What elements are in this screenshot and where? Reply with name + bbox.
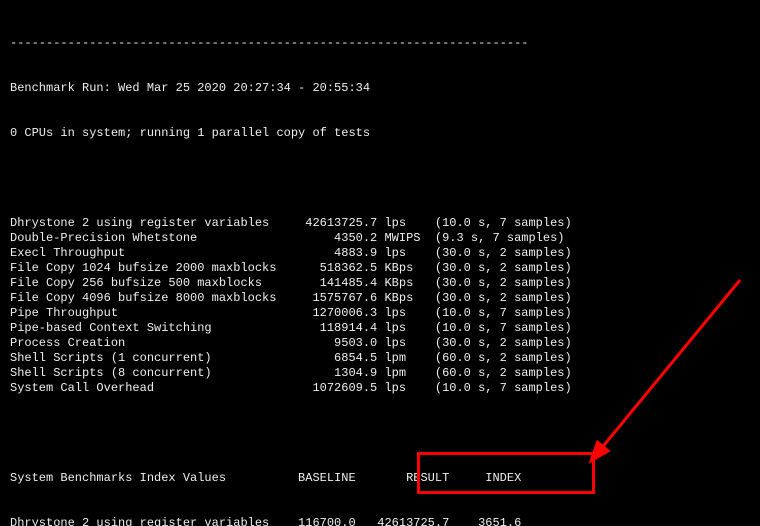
raw-result-row: Process Creation 9503.0 lps (30.0 s, 2 s… [10, 336, 750, 351]
terminal[interactable]: ----------------------------------------… [0, 0, 760, 526]
raw-result-row: Shell Scripts (8 concurrent) 1304.9 lpm … [10, 366, 750, 381]
raw-result-row: Pipe-based Context Switching 118914.4 lp… [10, 321, 750, 336]
raw-result-row: System Call Overhead 1072609.5 lps (10.0… [10, 381, 750, 396]
raw-results-block: Dhrystone 2 using register variables 426… [10, 216, 750, 396]
raw-result-row: File Copy 256 bufsize 500 maxblocks 1414… [10, 276, 750, 291]
benchmark-run-line: Benchmark Run: Wed Mar 25 2020 20:27:34 … [10, 81, 750, 96]
raw-result-row: Execl Throughput 4883.9 lps (30.0 s, 2 s… [10, 246, 750, 261]
index-header-line: System Benchmarks Index Values BASELINE … [10, 471, 750, 486]
index-values-block: Dhrystone 2 using register variables 116… [10, 516, 750, 526]
divider-line: ----------------------------------------… [10, 36, 750, 51]
raw-result-row: Shell Scripts (1 concurrent) 6854.5 lpm … [10, 351, 750, 366]
raw-result-row: Dhrystone 2 using register variables 426… [10, 216, 750, 231]
cpu-line: 0 CPUs in system; running 1 parallel cop… [10, 126, 750, 141]
raw-result-row: File Copy 1024 bufsize 2000 maxblocks 51… [10, 261, 750, 276]
blank-line [10, 171, 750, 186]
raw-result-row: File Copy 4096 bufsize 8000 maxblocks 15… [10, 291, 750, 306]
index-row: Dhrystone 2 using register variables 116… [10, 516, 750, 526]
raw-result-row: Pipe Throughput 1270006.3 lps (10.0 s, 7… [10, 306, 750, 321]
blank-line [10, 426, 750, 441]
raw-result-row: Double-Precision Whetstone 4350.2 MWIPS … [10, 231, 750, 246]
